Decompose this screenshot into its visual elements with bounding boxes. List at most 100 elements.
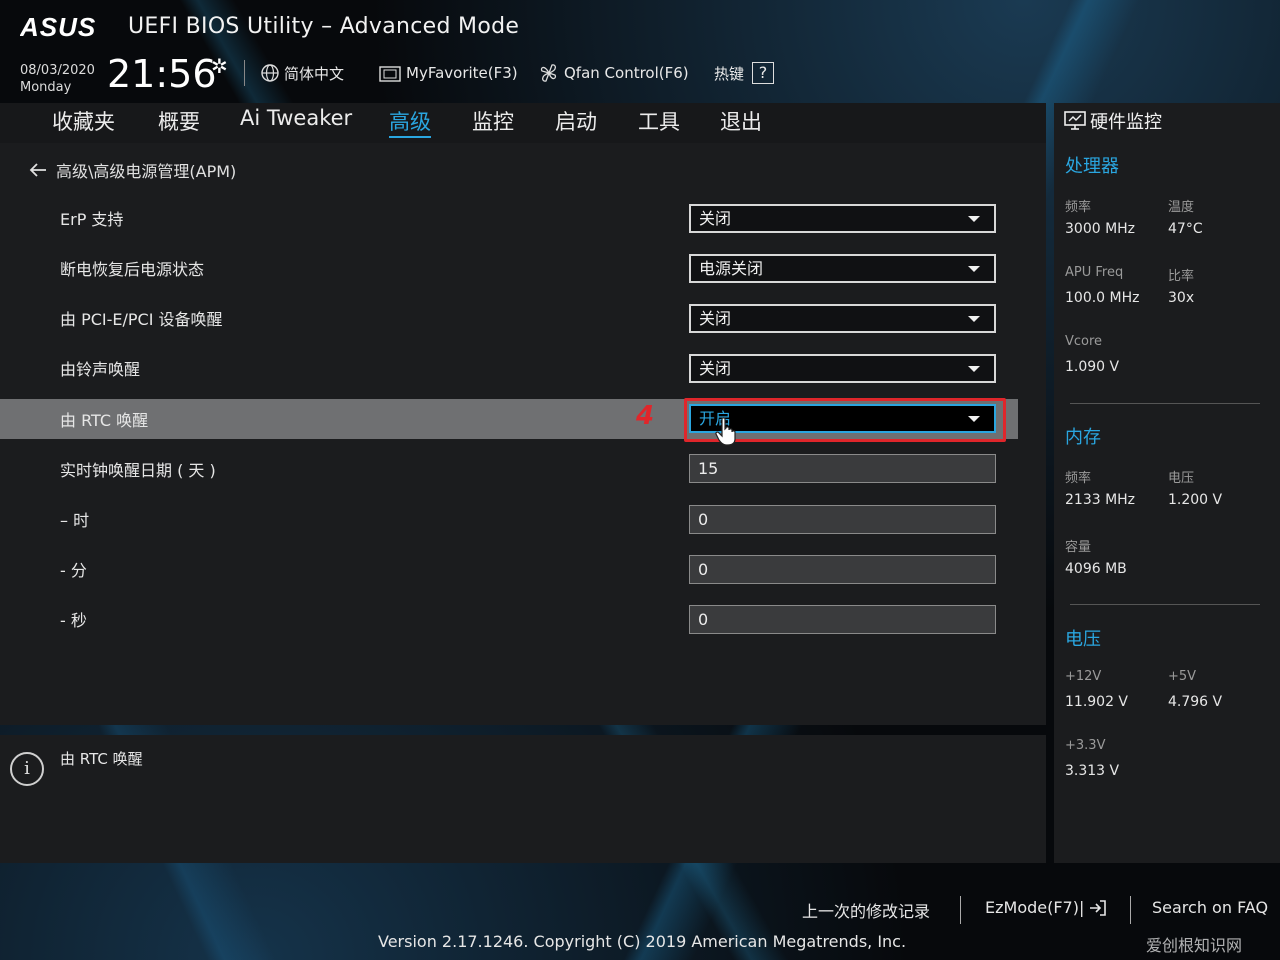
pcie-wake-select[interactable]: 关闭 xyxy=(689,304,996,333)
favorite-icon xyxy=(379,66,401,82)
mem-freq-value: 2133 MHz xyxy=(1065,492,1136,508)
tab-overview[interactable]: 概要 xyxy=(158,106,200,136)
tab-tool[interactable]: 工具 xyxy=(638,106,680,136)
cpu-ratio-label: 比率 xyxy=(1168,269,1195,284)
ezmode-button[interactable]: EzMode(F7)| xyxy=(985,898,1108,917)
date: 08/03/2020 xyxy=(20,63,95,78)
rtc-day-input[interactable]: 15 xyxy=(689,454,996,483)
tab-ai-tweaker[interactable]: Ai Tweaker xyxy=(240,106,352,130)
clock-time: 21:56 xyxy=(107,52,217,96)
watermark-text: 爱创根知识网 xyxy=(1146,936,1243,955)
hotkey-label: 热键 xyxy=(714,64,745,83)
pcie-wake-value: 关闭 xyxy=(699,309,732,328)
hand-cursor-icon xyxy=(715,417,736,446)
cpu-ratio-value: 30x xyxy=(1168,290,1195,306)
hardware-monitor-title: 硬件监控 xyxy=(1064,108,1162,134)
tab-monitor[interactable]: 监控 xyxy=(472,106,514,136)
myfavorite-button[interactable]: MyFavorite(F3) xyxy=(378,60,518,86)
rtc-second-input[interactable]: 0 xyxy=(689,605,996,634)
language-button[interactable]: 简体中文 xyxy=(260,60,344,86)
mem-capacity-value: 4096 MB xyxy=(1065,561,1127,577)
setting-label-pcie-wake: 由 PCI-E/PCI 设备唤醒 xyxy=(60,310,223,329)
breadcrumb[interactable]: 高级\高级电源管理(APM) xyxy=(28,158,236,182)
setting-label-rtc-minute: - 分 xyxy=(60,561,87,580)
info-icon: i xyxy=(10,752,44,786)
ring-wake-select[interactable]: 关闭 xyxy=(689,354,996,383)
monitor-icon xyxy=(1064,111,1086,130)
erp-value: 关闭 xyxy=(699,209,732,228)
cpu-freq-value: 3000 MHz xyxy=(1065,221,1136,237)
gear-icon[interactable]: ✲ xyxy=(211,54,228,78)
setting-label-power-restore: 断电恢复后电源状态 xyxy=(60,260,205,279)
date-display: 08/03/2020 Monday xyxy=(20,62,95,96)
tab-bar xyxy=(0,103,1046,143)
mem-volt-value: 1.200 V xyxy=(1168,492,1223,508)
setting-label-rtc-day: 实时钟唤醒日期 ( 天 ) xyxy=(60,461,216,480)
app-title: UEFI BIOS Utility – Advanced Mode xyxy=(128,14,520,39)
dropdown-caret-icon xyxy=(968,316,980,322)
rtc-minute-input[interactable]: 0 xyxy=(689,555,996,584)
myfavorite-label: MyFavorite(F3) xyxy=(406,64,518,82)
apu-freq-value: 100.0 MHz xyxy=(1065,290,1140,306)
mem-freq-label: 频率 xyxy=(1065,471,1092,486)
voltage-section-title: 电压 xyxy=(1065,629,1101,650)
tab-boot[interactable]: 启动 xyxy=(555,106,597,136)
search-faq-button[interactable]: Search on FAQ xyxy=(1152,898,1268,917)
cpu-freq-label: 频率 xyxy=(1065,200,1092,215)
globe-icon xyxy=(261,64,279,82)
v33-label: +3.3V xyxy=(1065,738,1106,753)
v5-label: +5V xyxy=(1168,669,1197,684)
ezmode-label: EzMode(F7)| xyxy=(985,898,1085,917)
rtc-hour-input[interactable]: 0 xyxy=(689,505,996,534)
tab-advanced[interactable]: 高级 xyxy=(389,106,431,138)
setting-label-rtc-hour: – 时 xyxy=(60,511,90,530)
cpu-temp-value: 47°C xyxy=(1168,221,1203,237)
vcore-label: Vcore xyxy=(1065,334,1103,349)
dropdown-caret-icon xyxy=(968,366,980,372)
vcore-value: 1.090 V xyxy=(1065,359,1120,375)
footer-divider xyxy=(960,896,961,924)
memory-section-title: 内存 xyxy=(1065,427,1101,448)
mem-capacity-label: 容量 xyxy=(1065,540,1092,555)
ring-wake-value: 关闭 xyxy=(699,359,732,378)
setting-label-erp: ErP 支持 xyxy=(60,210,124,229)
setting-label-rtc-second: - 秒 xyxy=(60,611,87,630)
help-panel xyxy=(0,735,1046,863)
qfan-button[interactable]: Qfan Control(F6) xyxy=(538,60,689,86)
fan-icon xyxy=(540,64,557,82)
setting-label-ring-wake: 由铃声唤醒 xyxy=(60,360,141,379)
asus-logo: ASUS xyxy=(20,14,96,40)
annotation-step-number: 4 xyxy=(636,401,655,431)
toolbar-divider xyxy=(244,60,245,86)
weekday: Monday xyxy=(20,80,72,95)
power-restore-value: 电源关闭 xyxy=(699,259,764,278)
tab-favorites[interactable]: 收藏夹 xyxy=(52,106,115,136)
dropdown-caret-icon xyxy=(968,416,980,422)
help-icon: ? xyxy=(752,62,775,84)
dropdown-caret-icon xyxy=(968,266,980,272)
hardware-monitor-label: 硬件监控 xyxy=(1090,112,1162,133)
v12-value: 11.902 V xyxy=(1065,694,1129,710)
exit-arrow-icon xyxy=(1090,899,1107,916)
svg-text:ASUS: ASUS xyxy=(20,14,96,40)
apu-freq-label: APU Freq xyxy=(1065,265,1124,280)
cpu-section-title: 处理器 xyxy=(1065,156,1119,177)
language-label: 简体中文 xyxy=(284,64,345,83)
hotkey-button[interactable]: 热键 ? xyxy=(714,60,775,86)
hw-divider xyxy=(1070,403,1260,404)
power-restore-select[interactable]: 电源关闭 xyxy=(689,254,996,283)
dropdown-caret-icon xyxy=(968,216,980,222)
last-changes-button[interactable]: 上一次的修改记录 xyxy=(802,898,930,922)
copyright-text: Version 2.17.1246. Copyright (C) 2019 Am… xyxy=(378,932,907,951)
qfan-label: Qfan Control(F6) xyxy=(564,64,689,82)
footer-divider xyxy=(1130,896,1131,924)
v12-label: +12V xyxy=(1065,669,1102,684)
help-text: 由 RTC 唤醒 xyxy=(60,750,143,768)
cpu-temp-label: 温度 xyxy=(1168,200,1195,215)
v33-value: 3.313 V xyxy=(1065,763,1120,779)
mem-volt-label: 电压 xyxy=(1168,471,1195,486)
hw-divider xyxy=(1070,604,1260,605)
back-arrow-icon[interactable] xyxy=(28,162,48,178)
tab-exit[interactable]: 退出 xyxy=(720,106,762,136)
erp-select[interactable]: 关闭 xyxy=(689,204,996,233)
